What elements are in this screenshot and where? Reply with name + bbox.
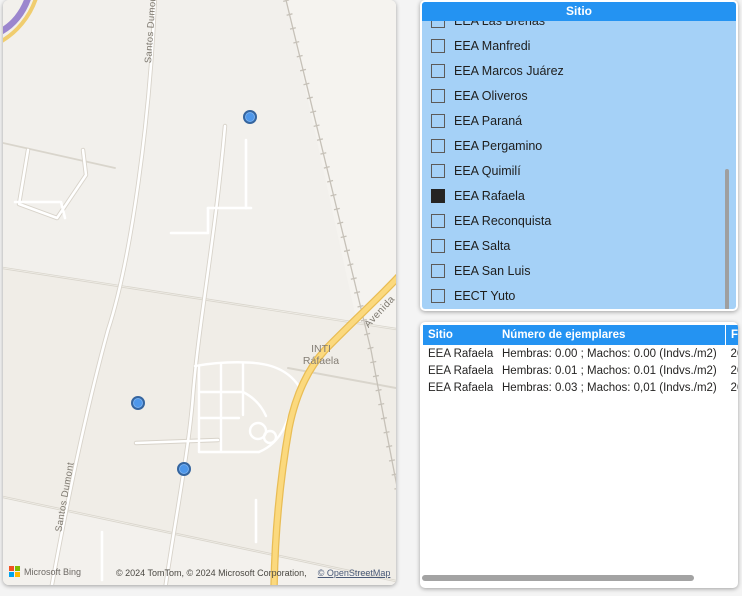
cell-sitio: EEA Rafaela — [423, 362, 497, 379]
microsoft-bing-logo: Microsoft Bing — [9, 566, 81, 577]
cell-sitio: EEA Rafaela — [423, 379, 497, 396]
slicer-item-label: EEA Marcos Juárez — [454, 64, 564, 78]
checkbox-icon[interactable] — [431, 114, 445, 128]
slicer-item-eea-manfredi[interactable]: EEA Manfredi — [422, 33, 736, 58]
checkbox-icon[interactable] — [431, 39, 445, 53]
sitio-table: SitioNúmero de ejemplaresFech EEA Rafael… — [423, 325, 738, 396]
slicer-item-label: EEA Paraná — [454, 114, 522, 128]
slicer-item-label: EEA San Luis — [454, 264, 530, 278]
column-header-sitio[interactable]: Sitio — [423, 325, 497, 345]
table-header-row: SitioNúmero de ejemplaresFech — [423, 325, 738, 345]
map-visual[interactable]: Santos Dumont Santos Dumont Avenida INTI… — [3, 0, 396, 585]
checkbox-icon[interactable] — [431, 64, 445, 78]
cell-sitio: EEA Rafaela — [423, 345, 497, 362]
slicer-item-eea-san-luis[interactable]: EEA San Luis — [422, 258, 736, 283]
map-marker[interactable] — [131, 396, 145, 410]
map-attribution: © 2024 TomTom, © 2024 Microsoft Corporat… — [116, 568, 396, 578]
slicer-item-eea-reconquista[interactable]: EEA Reconquista — [422, 208, 736, 233]
slicer-item-eea-rafaela[interactable]: EEA Rafaela — [422, 183, 736, 208]
slicer-item-eea-paran-[interactable]: EEA Paraná — [422, 108, 736, 133]
copyright-text: © 2024 TomTom, © 2024 Microsoft Corporat… — [116, 568, 307, 578]
column-header-ejemplares[interactable]: Número de ejemplares — [497, 325, 726, 345]
slicer-item-list: EEA Las BreñasEEA ManfrediEEA Marcos Juá… — [422, 8, 736, 308]
slicer-item-eea-salta[interactable]: EEA Salta — [422, 233, 736, 258]
slicer-body: EEA Las BreñasEEA ManfrediEEA Marcos Juá… — [422, 2, 736, 309]
checkbox-checked-icon[interactable] — [431, 189, 445, 203]
table-body: EEA RafaelaHembras: 0.00 ; Machos: 0.00 … — [423, 345, 738, 396]
map-marker[interactable] — [243, 110, 257, 124]
slicer-item-label: EECT Yuto — [454, 289, 515, 303]
slicer-item-eea-marcos-ju-rez[interactable]: EEA Marcos Juárez — [422, 58, 736, 83]
map-tiles — [3, 0, 396, 585]
checkbox-icon[interactable] — [431, 239, 445, 253]
slicer-item-eect-yuto[interactable]: EECT Yuto — [422, 283, 736, 308]
microsoft-logo-icon — [9, 566, 20, 577]
sitio-slicer: EEA Las BreñasEEA ManfrediEEA Marcos Juá… — [420, 0, 738, 311]
openstreetmap-link[interactable]: © OpenStreetMap — [318, 568, 391, 578]
table-row[interactable]: EEA RafaelaHembras: 0.01 ; Machos: 0.01 … — [423, 362, 738, 379]
cell-ejemplares: Hembras: 0.01 ; Machos: 0.01 (Indvs./m2) — [497, 362, 726, 379]
column-header-fecha[interactable]: Fech — [726, 325, 739, 345]
cell-fecha: 26/0 — [726, 362, 739, 379]
checkbox-icon[interactable] — [431, 264, 445, 278]
table-row[interactable]: EEA RafaelaHembras: 0.03 ; Machos: 0,01 … — [423, 379, 738, 396]
slicer-item-eea-oliveros[interactable]: EEA Oliveros — [422, 83, 736, 108]
cell-ejemplares: Hembras: 0.00 ; Machos: 0.00 (Indvs./m2) — [497, 345, 726, 362]
slicer-item-label: EEA Reconquista — [454, 214, 551, 228]
checkbox-icon[interactable] — [431, 139, 445, 153]
bing-logo-text: Microsoft Bing — [24, 567, 81, 577]
slicer-title: Sitio — [422, 2, 736, 21]
cell-ejemplares: Hembras: 0.03 ; Machos: 0,01 (Indvs./m2) — [497, 379, 726, 396]
checkbox-icon[interactable] — [431, 214, 445, 228]
slicer-item-label: EEA Rafaela — [454, 189, 525, 203]
slicer-item-label: EEA Oliveros — [454, 89, 528, 103]
cell-fecha: 26/0 — [726, 379, 739, 396]
table-row[interactable]: EEA RafaelaHembras: 0.00 ; Machos: 0.00 … — [423, 345, 738, 362]
slicer-item-label: EEA Pergamino — [454, 139, 542, 153]
slicer-item-label: EEA Salta — [454, 239, 510, 253]
slicer-item-label: EEA Quimilí — [454, 164, 521, 178]
cell-fecha: 26/0 — [726, 345, 739, 362]
data-table-visual: SitioNúmero de ejemplaresFech EEA Rafael… — [420, 322, 738, 588]
slicer-item-eea-quimil-[interactable]: EEA Quimilí — [422, 158, 736, 183]
slicer-scrollbar[interactable] — [725, 169, 729, 309]
slicer-item-eea-pergamino[interactable]: EEA Pergamino — [422, 133, 736, 158]
checkbox-icon[interactable] — [431, 164, 445, 178]
checkbox-icon[interactable] — [431, 89, 445, 103]
checkbox-icon[interactable] — [431, 289, 445, 303]
slicer-item-label: EEA Manfredi — [454, 39, 530, 53]
map-marker[interactable] — [177, 462, 191, 476]
table-horizontal-scrollbar[interactable] — [422, 575, 694, 581]
